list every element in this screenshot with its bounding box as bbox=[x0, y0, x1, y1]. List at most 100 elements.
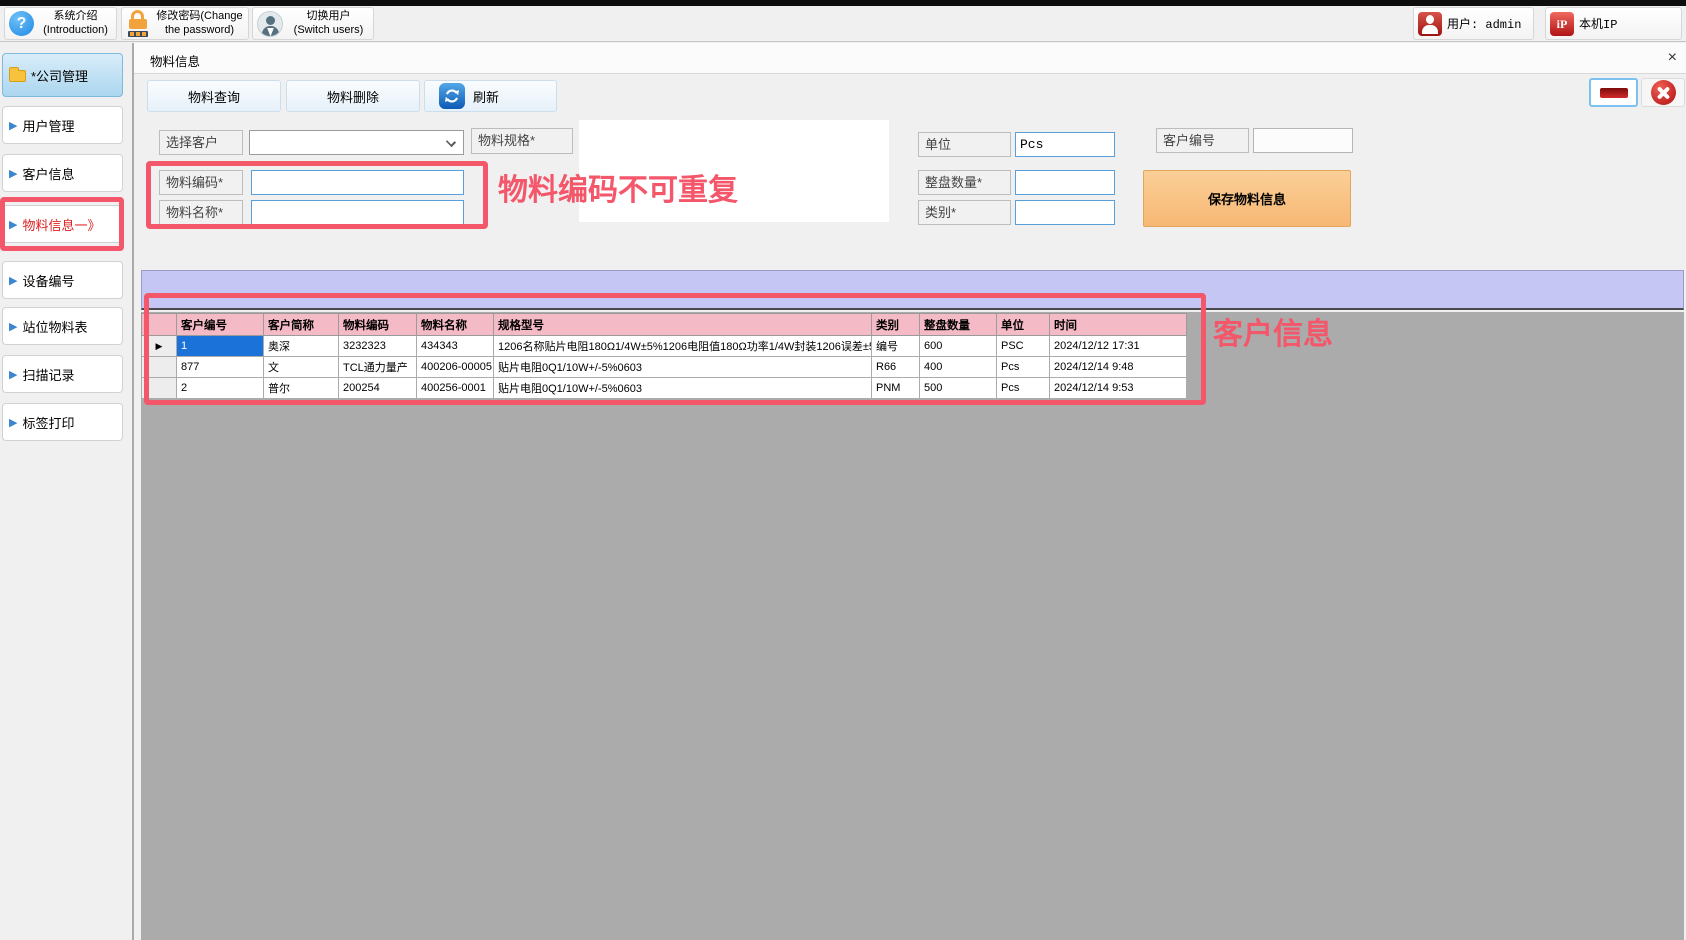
table-cell[interactable]: 贴片电阻0Q1/10W+/-5%0603 bbox=[494, 357, 872, 378]
col-header-customer-number[interactable]: 客户编号 bbox=[177, 314, 264, 336]
row-selector-cell[interactable] bbox=[142, 357, 177, 378]
col-header-spec-model[interactable]: 规格型号 bbox=[494, 314, 872, 336]
table-cell[interactable]: 200254 bbox=[339, 378, 417, 399]
table-cell[interactable]: 1206名称贴片电阻180Ω1/4W±5%1206电阻值180Ω功率1/4W封装… bbox=[494, 336, 872, 357]
arrow-icon: ▶ bbox=[9, 167, 17, 180]
tab-close-icon[interactable]: × bbox=[1668, 49, 1677, 67]
sidebar-item-device-number[interactable]: ▶ 设备编号 bbox=[2, 261, 123, 299]
table-cell[interactable]: 400 bbox=[920, 357, 997, 378]
table-cell[interactable]: Pcs bbox=[997, 378, 1050, 399]
table-cell[interactable]: 普尔 bbox=[264, 378, 339, 399]
refresh-label: 刷新 bbox=[473, 87, 499, 106]
table-cell[interactable]: R66 bbox=[872, 357, 920, 378]
table-cell[interactable]: Pcs bbox=[997, 357, 1050, 378]
table-cell[interactable]: 2024/12/14 9:48 bbox=[1050, 357, 1187, 378]
table-cell[interactable]: 400256-0001 bbox=[417, 378, 494, 399]
unit-input[interactable] bbox=[1015, 132, 1115, 157]
close-button[interactable] bbox=[1641, 78, 1685, 107]
col-header-material-name[interactable]: 物料名称 bbox=[417, 314, 494, 336]
col-header-material-code[interactable]: 物料编码 bbox=[339, 314, 417, 336]
sidebar-item-user-management[interactable]: ▶ 用户管理 bbox=[2, 106, 123, 144]
sidebar-item-material-info[interactable]: ▶ 物料信息一》 bbox=[2, 205, 123, 243]
unit-label: 单位 bbox=[918, 132, 1011, 157]
save-material-button[interactable]: 保存物料信息 bbox=[1143, 170, 1351, 227]
material-table: 客户编号 客户简称 物料编码 物料名称 规格型号 类别 整盘数量 单位 时间 ▶… bbox=[141, 313, 1187, 399]
user-icon bbox=[1418, 12, 1442, 36]
sidebar-item-station-material-table[interactable]: ▶ 站位物料表 bbox=[2, 307, 123, 345]
customer-number-input[interactable] bbox=[1253, 128, 1353, 153]
change-password-line2: the password) bbox=[155, 24, 244, 37]
table-cell[interactable]: PNM bbox=[872, 378, 920, 399]
sidebar-item-label: 用户管理 bbox=[22, 116, 74, 135]
material-table-body: ▶1奥深32323234343431206名称贴片电阻180Ω1/4W±5%12… bbox=[142, 336, 1187, 399]
current-user-button[interactable]: 用户: admin bbox=[1413, 7, 1534, 40]
material-spec-label: 物料规格* bbox=[471, 128, 573, 154]
sidebar: *公司管理 ▶ 用户管理 ▶ 客户信息 ▶ 物料信息一》 ▶ 设备编号 ▶ 站位… bbox=[0, 43, 133, 940]
table-row: 2普尔200254400256-0001贴片电阻0Q1/10W+/-5%0603… bbox=[142, 378, 1187, 399]
table-cell[interactable]: 400206-00005 bbox=[417, 357, 494, 378]
customer-number-label: 客户编号 bbox=[1156, 128, 1249, 153]
switch-user-icon bbox=[257, 11, 283, 37]
category-input[interactable] bbox=[1015, 200, 1115, 225]
arrow-icon: ▶ bbox=[9, 218, 17, 231]
table-cell[interactable]: 600 bbox=[920, 336, 997, 357]
minimize-button[interactable] bbox=[1589, 78, 1638, 107]
col-header-time[interactable]: 时间 bbox=[1050, 314, 1187, 336]
material-delete-button[interactable]: 物料删除 bbox=[286, 80, 420, 112]
arrow-icon: ▶ bbox=[9, 368, 17, 381]
sidebar-item-label-print[interactable]: ▶ 标签打印 bbox=[2, 403, 123, 441]
top-toolbar: ? 系统介绍 (Introduction) 修改密码(Change the pa… bbox=[0, 6, 1686, 42]
local-ip-label: 本机IP bbox=[1579, 15, 1621, 32]
row-selector-arrow-icon[interactable]: ▶ bbox=[142, 336, 177, 357]
tab-material-info[interactable]: 物料信息 bbox=[150, 51, 200, 70]
material-query-button[interactable]: 物料查询 bbox=[147, 80, 281, 112]
table-cell[interactable]: 奥深 bbox=[264, 336, 339, 357]
tray-quantity-input[interactable] bbox=[1015, 170, 1115, 195]
switch-users-line2: (Switch users) bbox=[288, 24, 369, 37]
sidebar-item-label: 站位物料表 bbox=[22, 317, 87, 336]
sidebar-item-label: 设备编号 bbox=[22, 271, 74, 290]
sidebar-item-company-management[interactable]: *公司管理 bbox=[2, 53, 123, 97]
table-corner-cell[interactable] bbox=[142, 314, 177, 336]
table-row: 877文TCL通力量产400206-00005贴片电阻0Q1/10W+/-5%0… bbox=[142, 357, 1187, 378]
arrow-icon: ▶ bbox=[9, 320, 17, 333]
table-cell[interactable]: 2024/12/12 17:31 bbox=[1050, 336, 1187, 357]
table-cell[interactable]: 文 bbox=[264, 357, 339, 378]
table-cell[interactable]: PSC bbox=[997, 336, 1050, 357]
tray-quantity-label: 整盘数量* bbox=[918, 170, 1011, 195]
introduction-button-line1: 系统介绍 bbox=[39, 10, 112, 23]
main-panel: 物料信息 × 物料查询 物料删除 刷新 选择客户 物料规格* 物料编码* 物料名… bbox=[133, 43, 1686, 940]
table-cell[interactable]: 3232323 bbox=[339, 336, 417, 357]
select-customer-combobox[interactable] bbox=[249, 130, 464, 155]
table-cell[interactable]: 2024/12/14 9:53 bbox=[1050, 378, 1187, 399]
table-cell[interactable]: 贴片电阻0Q1/10W+/-5%0603 bbox=[494, 378, 872, 399]
col-header-unit[interactable]: 单位 bbox=[997, 314, 1050, 336]
col-header-tray-quantity[interactable]: 整盘数量 bbox=[920, 314, 997, 336]
sidebar-item-scan-record[interactable]: ▶ 扫描记录 bbox=[2, 355, 123, 393]
minimize-icon bbox=[1600, 88, 1628, 98]
refresh-icon bbox=[439, 83, 465, 109]
refresh-button[interactable]: 刷新 bbox=[424, 80, 557, 112]
row-selector-cell[interactable] bbox=[142, 378, 177, 399]
introduction-button[interactable]: ? 系统介绍 (Introduction) bbox=[4, 7, 117, 40]
table-cell[interactable]: 编号 bbox=[872, 336, 920, 357]
change-password-button[interactable]: 修改密码(Change the password) bbox=[121, 7, 249, 40]
table-cell[interactable]: 434343 bbox=[417, 336, 494, 357]
table-cell[interactable]: 500 bbox=[920, 378, 997, 399]
sidebar-item-label: 物料信息一》 bbox=[22, 215, 100, 234]
sidebar-item-label: 客户信息 bbox=[22, 164, 74, 183]
question-icon: ? bbox=[9, 11, 34, 36]
table-cell[interactable]: 877 bbox=[177, 357, 264, 378]
arrow-icon: ▶ bbox=[9, 274, 17, 287]
table-cell[interactable]: 1 bbox=[177, 336, 264, 357]
category-label: 类别* bbox=[918, 200, 1011, 225]
local-ip-button[interactable]: iP 本机IP bbox=[1545, 7, 1682, 40]
material-code-input[interactable] bbox=[251, 170, 464, 195]
switch-users-button[interactable]: 切换用户 (Switch users) bbox=[252, 7, 374, 40]
material-name-input[interactable] bbox=[251, 200, 464, 225]
table-cell[interactable]: 2 bbox=[177, 378, 264, 399]
table-cell[interactable]: TCL通力量产 bbox=[339, 357, 417, 378]
col-header-customer-shortname[interactable]: 客户简称 bbox=[264, 314, 339, 336]
sidebar-item-customer-info[interactable]: ▶ 客户信息 bbox=[2, 154, 123, 192]
col-header-category[interactable]: 类别 bbox=[872, 314, 920, 336]
